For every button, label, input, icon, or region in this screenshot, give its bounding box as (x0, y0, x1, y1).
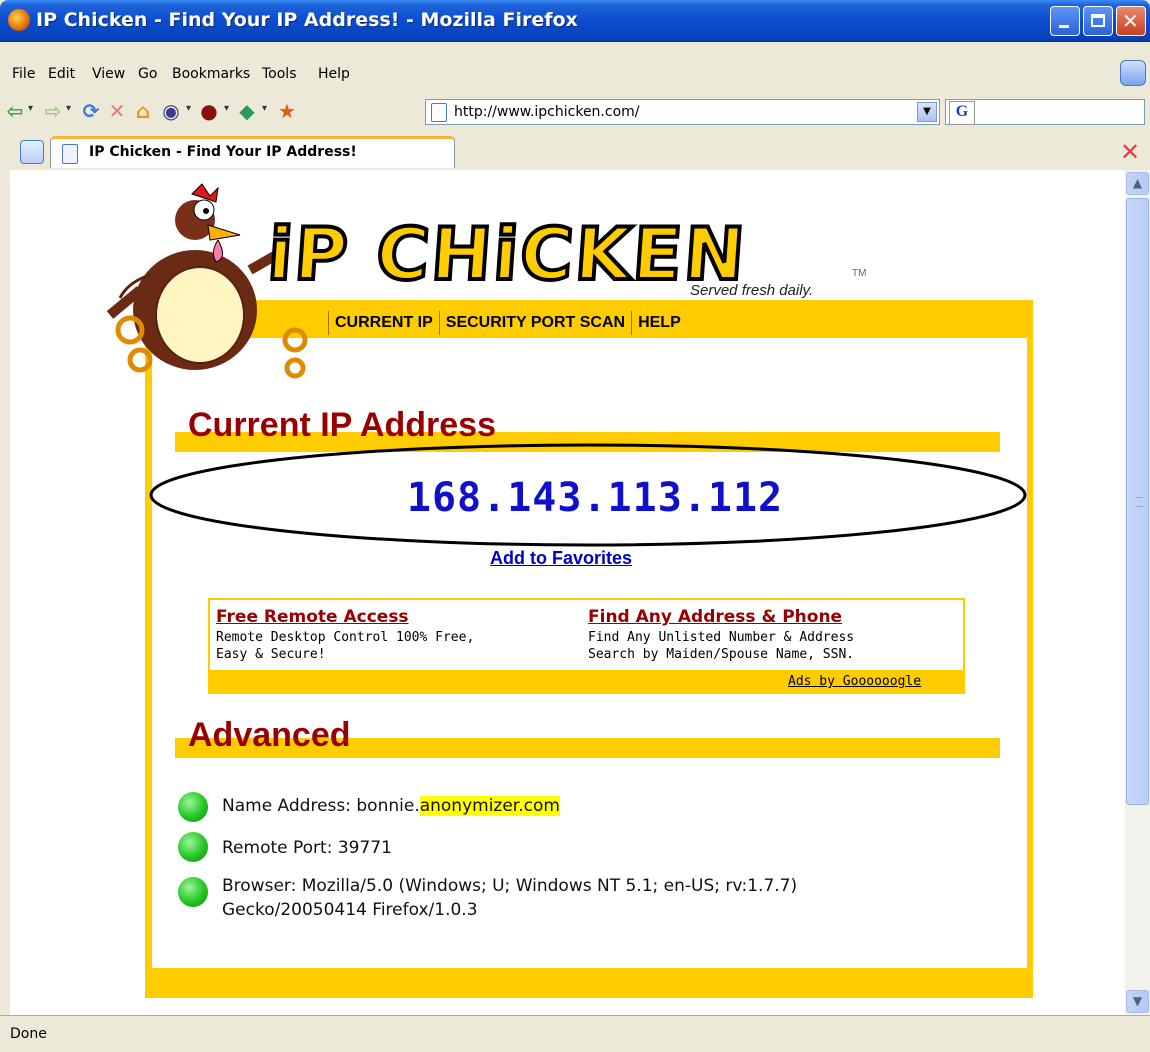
browser-line1: Browser: Mozilla/5.0 (Windows; U; Window… (222, 876, 798, 896)
close-tab-icon[interactable]: ✕ (1120, 138, 1140, 166)
menu-edit[interactable]: Edit (48, 66, 75, 82)
ip-address-value: 168.143.113.112 (406, 475, 784, 521)
ad-find-address-line1: Find Any Unlisted Number & Address (588, 630, 855, 645)
navigation-toolbar: ⇦ ▾ ⇨ ▾ ⟳ ✕ ⌂ ◉ ▾ ● ▾ ◆ ▾ ★ ▼ G (0, 92, 1150, 132)
scroll-down-icon[interactable]: ▼ (1126, 990, 1149, 1013)
vertical-scrollbar[interactable]: ▲ ▼ (1125, 170, 1150, 1015)
url-bar[interactable]: ▼ (425, 99, 940, 125)
menu-go[interactable]: Go (138, 66, 157, 82)
webmail-dropdown-icon[interactable]: ▾ (186, 103, 191, 114)
maximize-icon (1091, 14, 1105, 27)
tab-ipchicken[interactable]: IP Chicken - Find Your IP Address! (50, 136, 455, 168)
grip-icon (1135, 497, 1143, 507)
scroll-up-icon[interactable]: ▲ (1126, 172, 1149, 195)
browser-line2: Gecko/20050414 Firefox/1.0.3 (222, 900, 478, 920)
url-input[interactable] (454, 102, 894, 122)
name-address: Name Address: bonnie.anonymizer.com (222, 794, 560, 818)
tab-label: IP Chicken - Find Your IP Address! (89, 144, 357, 160)
forward-icon[interactable]: ⇨ (42, 100, 64, 122)
url-dropdown-icon[interactable]: ▼ (917, 102, 937, 122)
tab-page-icon (62, 144, 78, 164)
ads-by-google-link[interactable]: Ads by Goooooogle (788, 674, 921, 689)
add-to-favorites-link[interactable]: Add to Favorites (490, 548, 632, 569)
window-title: IP Chicken - Find Your IP Address! - Moz… (36, 9, 578, 31)
status-bullet-icon (178, 832, 208, 862)
reload-icon[interactable]: ⟳ (80, 100, 102, 122)
back-icon[interactable]: ⇦ (4, 100, 26, 122)
extension-icon[interactable]: ● (198, 100, 220, 122)
ad-remote-access-line1: Remote Desktop Control 100% Free, (216, 630, 475, 645)
page-viewport: iP CHiCKEN Served fresh daily. TM CURREN… (10, 170, 1125, 1015)
search-box[interactable]: G (945, 99, 1145, 125)
bookmark-star-icon[interactable]: ★ (276, 100, 298, 122)
ad-remote-access-link[interactable]: Free Remote Access (216, 607, 409, 627)
nav-separator (328, 311, 329, 335)
name-address-label: Name Address: bonnie. (222, 796, 420, 816)
maximize-button[interactable] (1083, 6, 1113, 36)
minimize-icon (1059, 25, 1069, 28)
google-search-icon[interactable]: G (949, 101, 975, 125)
menu-bookmarks[interactable]: Bookmarks (172, 66, 250, 82)
menu-help[interactable]: Help (318, 66, 350, 82)
remote-port: Remote Port: 39771 (222, 838, 392, 858)
name-address-domain: anonymizer.com (419, 796, 560, 816)
status-text: Done (10, 1026, 47, 1042)
forward-dropdown-icon[interactable]: ▾ (66, 103, 71, 114)
tag-icon[interactable]: ◆ (236, 100, 258, 122)
site-nav: CURRENT IP SECURITY PORT SCAN HELP (322, 310, 681, 336)
extension-dropdown-icon[interactable]: ▾ (224, 103, 229, 114)
nav-current-ip[interactable]: CURRENT IP (335, 314, 433, 332)
menu-bar: File Edit View Go Bookmarks Tools Help (0, 60, 1150, 90)
status-bar: Done (0, 1015, 1150, 1052)
menu-view[interactable]: View (92, 66, 125, 82)
tab-bar: IP Chicken - Find Your IP Address! ✕ (0, 134, 1150, 168)
throbber-icon (1120, 60, 1146, 86)
stop-icon[interactable]: ✕ (106, 100, 128, 122)
ad-remote-access-line2: Easy & Secure! (216, 647, 326, 662)
menu-file[interactable]: File (12, 66, 35, 82)
menu-tools[interactable]: Tools (262, 66, 297, 82)
ad-find-address-line2: Search by Maiden/Spouse Name, SSN. (588, 647, 855, 662)
nav-help[interactable]: HELP (638, 314, 681, 332)
webmail-icon[interactable]: ◉ (160, 100, 182, 122)
status-bullet-icon (178, 877, 208, 907)
title-bar[interactable]: IP Chicken - Find Your IP Address! - Moz… (0, 0, 1150, 42)
firefox-icon (8, 9, 30, 31)
close-icon: ✕ (1122, 9, 1139, 33)
ad-find-address-link[interactable]: Find Any Address & Phone (588, 607, 842, 627)
scroll-thumb[interactable] (1126, 198, 1149, 805)
nav-security-port-scan[interactable]: SECURITY PORT SCAN (446, 314, 625, 332)
new-tab-icon[interactable] (20, 140, 44, 164)
tagline: Served fresh daily. (690, 282, 814, 299)
back-dropdown-icon[interactable]: ▾ (28, 103, 33, 114)
status-bullet-icon (178, 792, 208, 822)
nav-separator (631, 311, 633, 335)
site-logo[interactable]: iP CHiCKEN (263, 210, 751, 298)
close-window-button[interactable]: ✕ (1116, 6, 1146, 36)
page-icon (431, 103, 447, 122)
tag-dropdown-icon[interactable]: ▾ (262, 103, 267, 114)
nav-separator (438, 311, 440, 335)
trademark: TM (852, 268, 867, 279)
home-icon[interactable]: ⌂ (132, 100, 154, 122)
minimize-button[interactable] (1050, 6, 1080, 36)
advanced-heading: Advanced (188, 716, 351, 754)
